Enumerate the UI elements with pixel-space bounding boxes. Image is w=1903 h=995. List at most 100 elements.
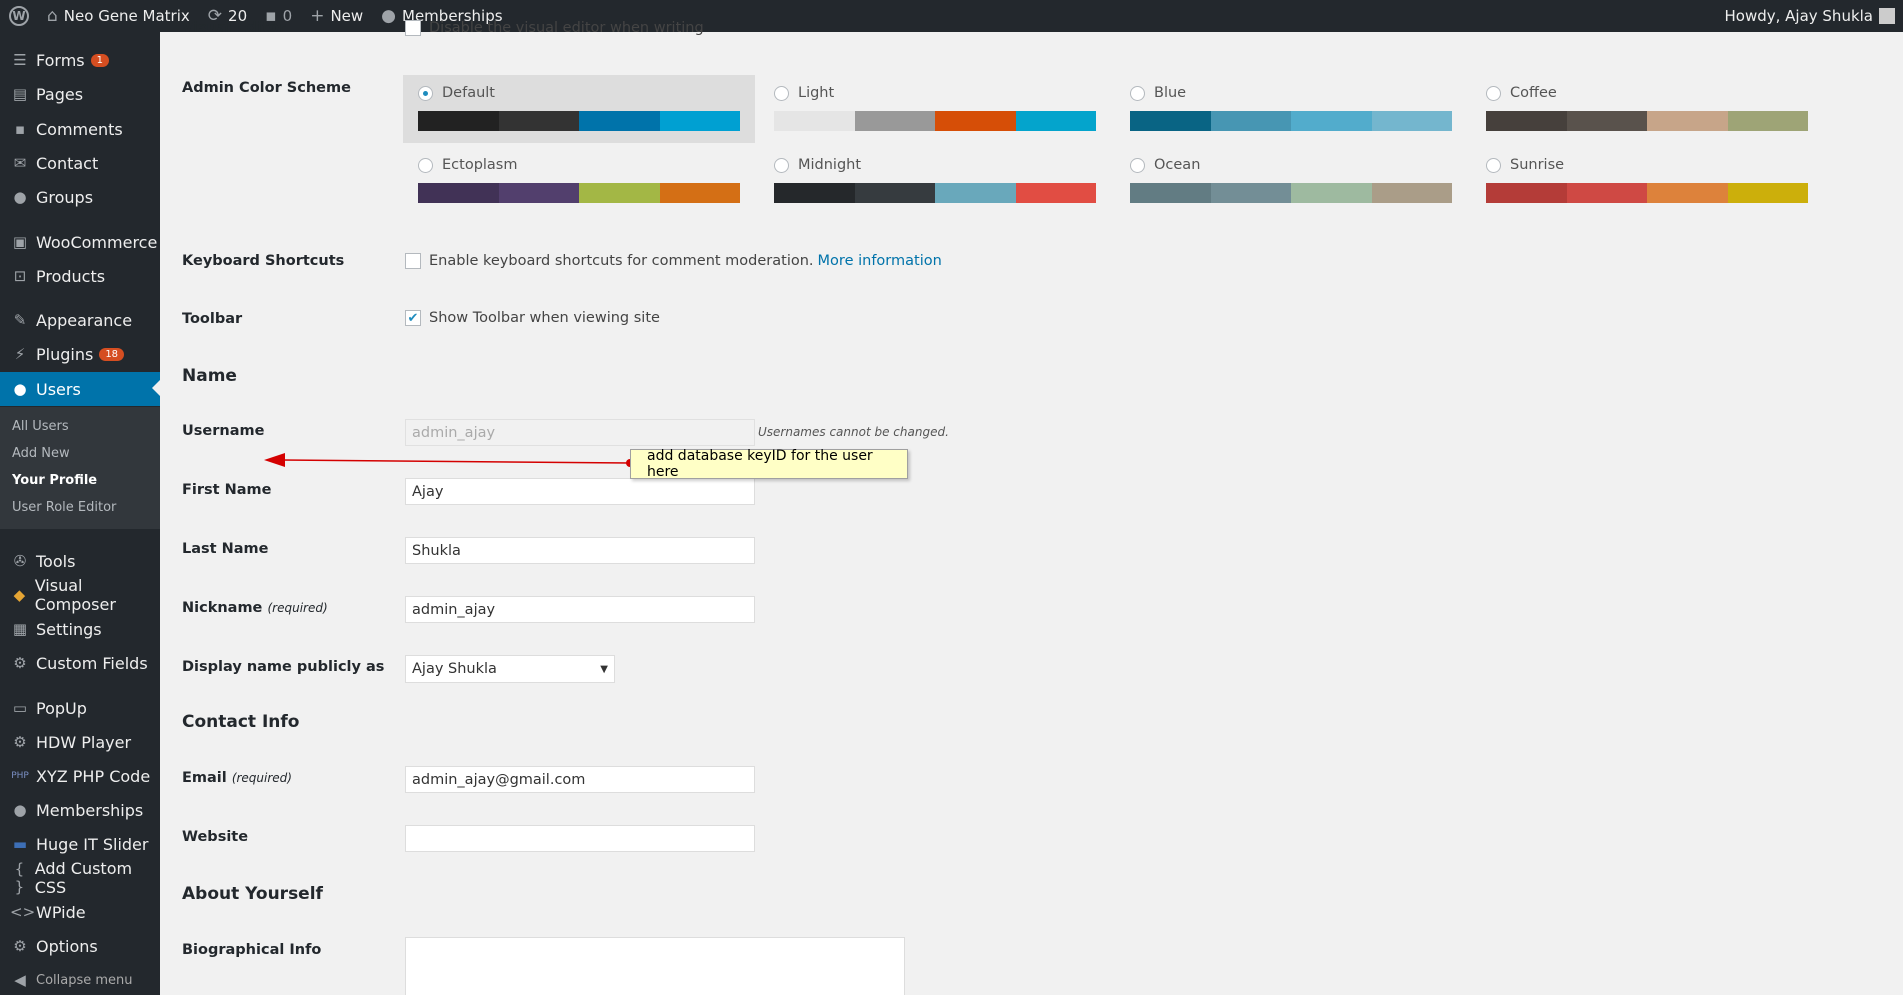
- sidebar-item-label: Add Custom CSS: [34, 859, 133, 897]
- color-scheme-radio[interactable]: [774, 85, 789, 101]
- color-scheme-header: Ectoplasm: [418, 155, 740, 175]
- color-scheme-name: Midnight: [798, 157, 862, 173]
- submenu-item-add-new[interactable]: Add New: [12, 446, 70, 461]
- sidebar-item-memberships[interactable]: ● Memberships: [0, 794, 160, 826]
- new-content-menu[interactable]: + New: [301, 0, 372, 32]
- sidebar-item-forms[interactable]: ☰ Forms 1: [0, 44, 160, 76]
- color-scheme-ocean[interactable]: Ocean: [1115, 147, 1467, 215]
- color-scheme-name: Blue: [1154, 85, 1187, 101]
- color-swatch: [1647, 183, 1728, 203]
- sidebar-item-appearance[interactable]: ✎ Appearance: [0, 304, 160, 336]
- home-icon: ⌂: [47, 6, 58, 26]
- wp-logo-menu[interactable]: W: [0, 0, 38, 32]
- visual-editor-checkbox[interactable]: [405, 20, 421, 36]
- color-swatch: [1371, 111, 1452, 131]
- sidebar-item-xyz-php-code[interactable]: PHP XYZ PHP Code: [0, 760, 160, 792]
- sidebar-item-options[interactable]: ⚙ Options: [0, 930, 160, 962]
- color-scheme-name: Ectoplasm: [442, 157, 518, 173]
- sidebar-item-settings[interactable]: ▦ Settings: [0, 613, 160, 645]
- about-yourself-section-title: About Yourself: [182, 884, 323, 904]
- nickname-input[interactable]: admin_ajay: [405, 596, 755, 623]
- color-swatch: [498, 183, 579, 203]
- submenu-item-your-profile[interactable]: Your Profile: [12, 473, 97, 488]
- plugin-icon: ⚡: [14, 345, 26, 363]
- color-scheme-default[interactable]: Default: [403, 75, 755, 143]
- checkmark-icon: ✔: [407, 310, 419, 326]
- color-swatch: [854, 183, 935, 203]
- color-scheme-header: Light: [774, 83, 1096, 103]
- color-scheme-ectoplasm[interactable]: Ectoplasm: [403, 147, 755, 215]
- more-information-link[interactable]: More information: [818, 253, 942, 269]
- color-scheme-blue[interactable]: Blue: [1115, 75, 1467, 143]
- biographical-info-textarea[interactable]: [405, 937, 905, 995]
- color-swatch: [1291, 111, 1372, 131]
- visual-editor-row: Disable the visual editor when writing: [405, 20, 704, 36]
- color-scheme-name: Default: [442, 85, 495, 101]
- collapse-menu-button[interactable]: ◀ Collapse menu: [0, 964, 160, 995]
- display-name-select[interactable]: Ajay Shukla ▼: [405, 655, 615, 683]
- sidebar-item-add-custom-css[interactable]: { } Add Custom CSS: [0, 859, 160, 897]
- color-scheme-header: Ocean: [1130, 155, 1452, 175]
- color-scheme-coffee[interactable]: Coffee: [1471, 75, 1823, 143]
- first-name-input[interactable]: Ajay: [405, 478, 755, 505]
- website-input[interactable]: [405, 825, 755, 852]
- color-scheme-radio[interactable]: [418, 157, 433, 173]
- sidebar-item-groups[interactable]: ● Groups: [0, 181, 160, 213]
- sidebar-item-wpide[interactable]: <> WPide: [0, 896, 160, 928]
- color-scheme-sunrise[interactable]: Sunrise: [1471, 147, 1823, 215]
- site-name: Neo Gene Matrix: [63, 7, 190, 25]
- color-scheme-name: Coffee: [1510, 85, 1557, 101]
- sidebar-item-comments[interactable]: ▪ Comments: [0, 113, 160, 145]
- toolbar-checkbox[interactable]: ✔: [405, 310, 421, 326]
- color-scheme-radio[interactable]: [1486, 85, 1501, 101]
- toolbar-text: Show Toolbar when viewing site: [429, 310, 660, 326]
- sidebar-item-label: Pages: [36, 84, 84, 104]
- color-swatch: [774, 111, 855, 131]
- keyboard-shortcuts-checkbox[interactable]: [405, 253, 421, 269]
- sidebar-item-plugins[interactable]: ⚡ Plugins 18: [0, 338, 160, 370]
- color-scheme-name: Ocean: [1154, 157, 1201, 173]
- sidebar-item-visual-composer[interactable]: ◆ Visual Composer: [0, 576, 160, 614]
- toolbar-label: Toolbar: [182, 311, 243, 327]
- submenu-item-user-role-editor[interactable]: User Role Editor: [12, 500, 116, 515]
- comments-icon: ▪: [14, 120, 26, 138]
- slider-icon: ▬: [12, 835, 28, 853]
- sidebar-item-huge-it-slider[interactable]: ▬ Huge IT Slider: [0, 828, 160, 860]
- color-scheme-radio[interactable]: [1130, 85, 1145, 101]
- color-scheme-radio[interactable]: [1486, 157, 1501, 173]
- color-swatches: [774, 111, 1096, 131]
- notification-badge: 1: [90, 53, 110, 67]
- email-input[interactable]: admin_ajay@gmail.com: [405, 766, 755, 793]
- sidebar-item-users[interactable]: ● Users: [0, 372, 160, 406]
- groups-icon: ●: [13, 801, 27, 819]
- color-scheme-radio[interactable]: [418, 85, 433, 101]
- sidebar-item-custom-fields[interactable]: ⚙ Custom Fields: [0, 647, 160, 679]
- color-swatch: [774, 183, 855, 203]
- color-swatch: [1210, 111, 1291, 131]
- first-name-label: First Name: [182, 482, 272, 498]
- color-scheme-radio[interactable]: [1130, 157, 1145, 173]
- admin-sidebar: ☰ Forms 1 ▤ Pages ▪ Comments ✉ Contact ●…: [0, 32, 160, 995]
- sidebar-item-woocommerce[interactable]: ▣ WooCommerce: [0, 226, 160, 258]
- mail-icon: ✉: [13, 154, 27, 172]
- sidebar-item-contact[interactable]: ✉ Contact: [0, 147, 160, 179]
- my-account-menu[interactable]: Howdy, Ajay Shukla: [1724, 7, 1903, 25]
- sidebar-item-pages[interactable]: ▤ Pages: [0, 78, 160, 110]
- sidebar-item-popup[interactable]: ▭ PopUp: [0, 692, 160, 724]
- pages-icon: ▤: [12, 85, 28, 103]
- color-scheme-midnight[interactable]: Midnight: [759, 147, 1111, 215]
- sidebar-item-products[interactable]: ⊡ Products: [0, 260, 160, 292]
- sidebar-item-hdw-player[interactable]: ⚙ HDW Player: [0, 726, 160, 758]
- site-name-menu[interactable]: ⌂ Neo Gene Matrix: [38, 0, 199, 32]
- contact-info-section-title: Contact Info: [182, 712, 300, 732]
- submenu-item-all-users[interactable]: All Users: [12, 419, 69, 434]
- color-scheme-radio[interactable]: [774, 157, 789, 173]
- color-swatch: [418, 183, 499, 203]
- avatar: [1879, 8, 1895, 24]
- color-scheme-light[interactable]: Light: [759, 75, 1111, 143]
- last-name-input[interactable]: Shukla: [405, 537, 755, 564]
- email-label: Email (required): [182, 770, 292, 786]
- sidebar-item-label: XYZ PHP Code: [36, 766, 151, 786]
- collapse-arrow-icon: ◀: [14, 971, 26, 989]
- sidebar-item-tools[interactable]: ✇ Tools: [0, 545, 160, 577]
